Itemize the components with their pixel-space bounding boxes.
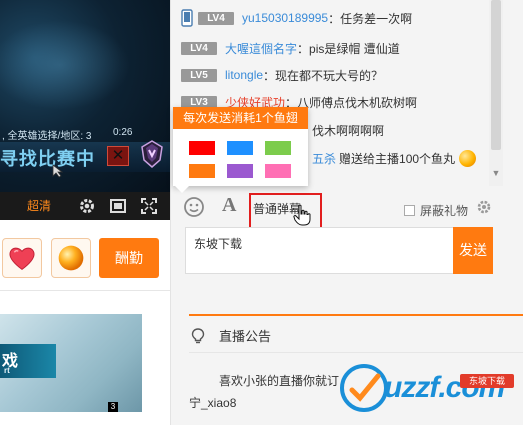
scroll-down-arrow-icon[interactable]: ▼: [491, 166, 501, 180]
chat-input[interactable]: 东坡下载: [185, 227, 453, 274]
video-cursor-icon: [52, 164, 64, 178]
level-badge: LV5: [181, 68, 217, 82]
chat-username[interactable]: 大喔這個名字: [225, 40, 297, 57]
chat-message: 伐木啊啊啊啊: [312, 120, 384, 140]
gift-row: 酬勤: [0, 236, 170, 282]
chat-text: pis是绿帽 遭仙道: [309, 41, 400, 56]
lightbulb-icon: [191, 327, 205, 343]
color-swatch-green[interactable]: [265, 141, 291, 155]
color-swatch-blue[interactable]: [227, 141, 253, 155]
popup-header: 每次发送消耗1个鱼翅: [173, 107, 308, 129]
orange-ball-icon: [58, 245, 84, 271]
chat-message: LV4 大喔這個名字 ： pis是绿帽 遭仙道: [181, 38, 400, 58]
chat-username[interactable]: 五杀: [312, 150, 336, 167]
thumbnail-count-badge: 3: [108, 402, 118, 412]
recommended-video-thumbnail[interactable]: 戏 rt 3: [0, 314, 142, 412]
chat-text: 伐木啊啊啊啊: [312, 123, 385, 138]
fish-ball-icon: [459, 149, 477, 167]
block-gift-toggle[interactable]: 屏蔽礼物: [404, 202, 468, 219]
quality-button[interactable]: 超清: [22, 196, 56, 216]
fullscreen-icon[interactable]: [140, 197, 158, 215]
game-timer: 0:26: [113, 127, 133, 138]
notice-header: 直播公告: [191, 326, 271, 345]
chat-separator: ：: [328, 11, 341, 26]
level-badge: LV4: [198, 11, 234, 25]
settings-icon[interactable]: [78, 197, 96, 215]
block-gift-checkbox[interactable]: [404, 205, 415, 216]
chat-separator: ：: [263, 68, 276, 83]
chat-text: 现在都不玩大号的？: [275, 68, 384, 83]
cancel-match-button[interactable]: ✕: [107, 146, 129, 166]
color-swatch-red[interactable]: [189, 141, 215, 155]
danmu-color-popup: 每次发送消耗1个鱼翅: [173, 107, 308, 186]
chat-input-value: 东坡下载: [194, 237, 243, 251]
mobile-phone-icon: [181, 9, 193, 27]
reward-button[interactable]: 酬勤: [99, 238, 159, 278]
watermark-badge: 东坡下载: [460, 374, 514, 388]
video-glow: [0, 20, 130, 110]
chat-message: LV5 litongle ： 现在都不玩大号的？: [181, 65, 383, 85]
player-control-bar: 超清: [0, 192, 170, 220]
chat-text: 赠送给主播100个鱼丸: [339, 151, 456, 166]
chat-scrollbar-thumb[interactable]: [491, 0, 501, 150]
chat-separator: ：: [297, 41, 310, 56]
chat-settings-icon[interactable]: [476, 199, 492, 215]
chat-text: 任务差一次啊: [340, 11, 413, 26]
send-button[interactable]: 发送: [453, 227, 493, 274]
block-gift-label: 屏蔽礼物: [420, 204, 469, 218]
level-badge: LV4: [181, 41, 217, 55]
chat-username[interactable]: yu15030189995: [242, 11, 328, 25]
chat-message: 五杀 赠送给主播100个鱼丸: [312, 148, 477, 168]
chat-username[interactable]: litongle: [225, 68, 263, 82]
font-style-icon[interactable]: A: [222, 194, 236, 217]
heart-icon: [9, 247, 35, 270]
color-swatch-pink[interactable]: [265, 164, 291, 178]
matchmaking-text: 寻找比赛中: [0, 149, 95, 169]
left-column: , 全英雄选择/地区: 3 0:26 寻找比赛中 ✕ 超清 酬勤 戏 rt 3: [0, 0, 170, 425]
game-mode-text: , 全英雄选择/地区: 3: [2, 131, 92, 142]
left-divider: [0, 290, 170, 291]
video-player[interactable]: , 全英雄选择/地区: 3 0:26 寻找比赛中 ✕: [0, 0, 170, 192]
thumbnail-subtitle: rt: [4, 366, 10, 375]
chat-toolbar: A 普通弹幕 屏蔽礼物: [171, 190, 523, 233]
popup-pointer: [175, 186, 189, 193]
chat-text: 八师傅点伐木机砍树啊: [297, 95, 418, 110]
screen-mode-icon[interactable]: [109, 197, 127, 215]
notice-title: 直播公告: [219, 329, 272, 344]
notice-accent-line: [189, 314, 523, 316]
notice-body: 喜欢小张的直播你就订: [219, 374, 340, 388]
color-swatch-orange[interactable]: [189, 164, 215, 178]
emoji-icon[interactable]: [183, 196, 205, 218]
heart-gift-button[interactable]: [2, 238, 42, 278]
color-swatch-purple[interactable]: [227, 164, 253, 178]
notice-divider: [189, 352, 523, 353]
notice-user: 宁_xiao8: [189, 396, 237, 410]
chat-message: LV4 yu15030189995 ： 任务差一次啊: [181, 8, 412, 28]
hand-cursor-icon: [293, 204, 311, 226]
rank-emblem-icon: [141, 140, 163, 168]
orange-ball-gift-button[interactable]: [51, 238, 91, 278]
